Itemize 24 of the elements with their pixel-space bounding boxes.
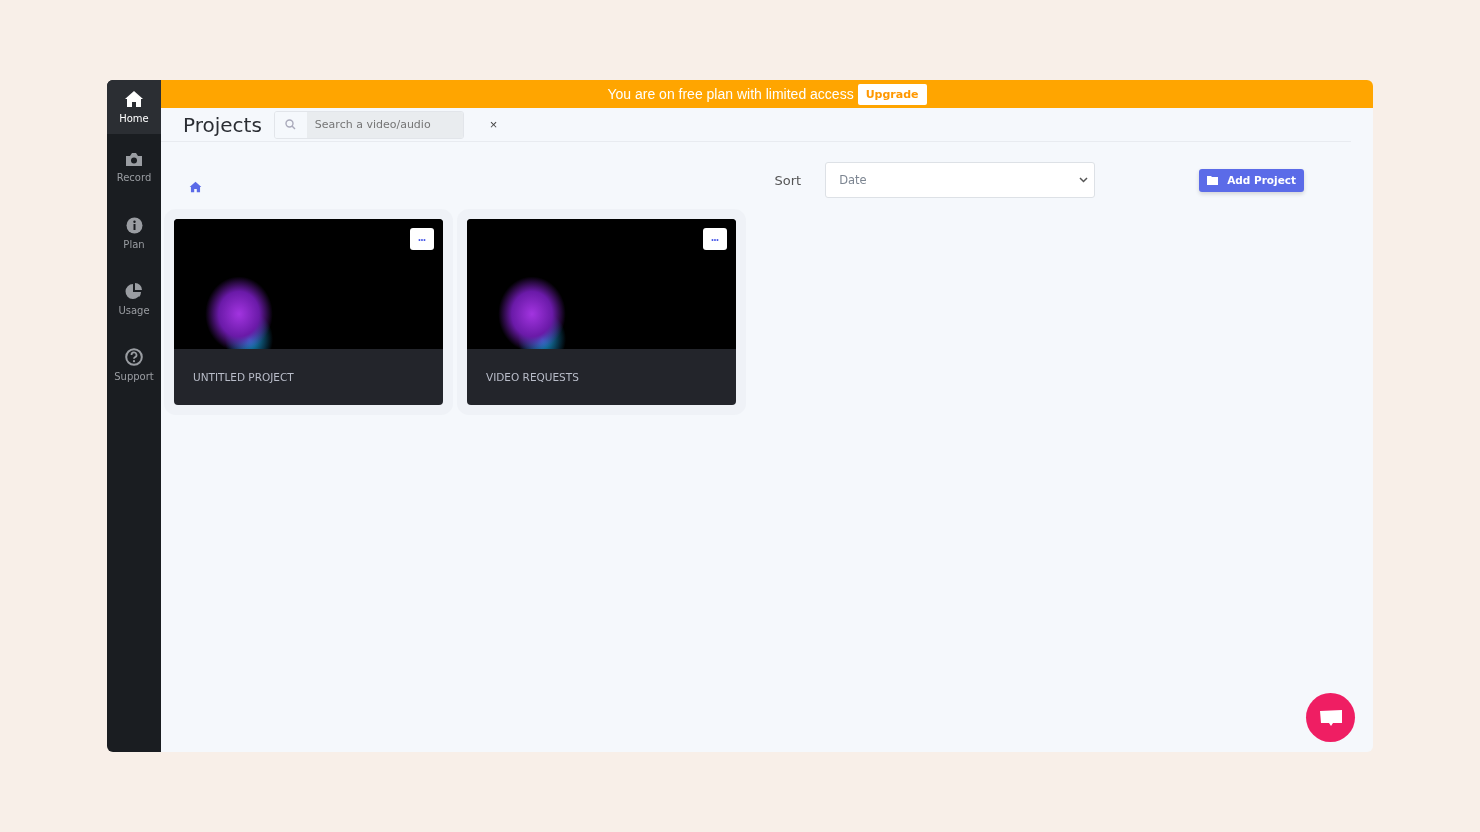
sidebar-item[interactable]: Plan xyxy=(107,200,161,266)
page-title: Projects xyxy=(183,112,262,137)
sort-dropdown[interactable]: Date xyxy=(825,162,1096,198)
clear-search-button[interactable]: × xyxy=(483,116,504,133)
sidebar-item[interactable]: Home xyxy=(107,80,161,134)
search-field[interactable]: Search a video/audio xyxy=(273,110,464,139)
home-icon[interactable] xyxy=(189,181,202,193)
chat-button[interactable] xyxy=(1306,693,1355,742)
plan-notice: You are on free plan with limited access xyxy=(607,86,854,102)
help-icon xyxy=(125,348,143,366)
add-project-button[interactable]: Add Project xyxy=(1199,168,1304,192)
sort-label: Sort xyxy=(774,172,802,188)
info-icon xyxy=(125,216,143,234)
sidebar-item[interactable]: Usage xyxy=(107,266,161,332)
camera-icon xyxy=(125,151,143,167)
project-title: VIDEO REQUESTS xyxy=(485,370,580,385)
folder-icon xyxy=(1207,175,1219,185)
project-title: UNTITLED PROJECT xyxy=(192,370,295,385)
sidebar-item[interactable]: Support xyxy=(107,332,161,398)
sidebar-item[interactable]: Record xyxy=(107,134,161,200)
chevron-down-icon xyxy=(1079,177,1089,183)
home-icon xyxy=(124,90,144,108)
chat-bubble-icon xyxy=(1318,707,1343,728)
pie-chart-icon xyxy=(125,282,143,300)
